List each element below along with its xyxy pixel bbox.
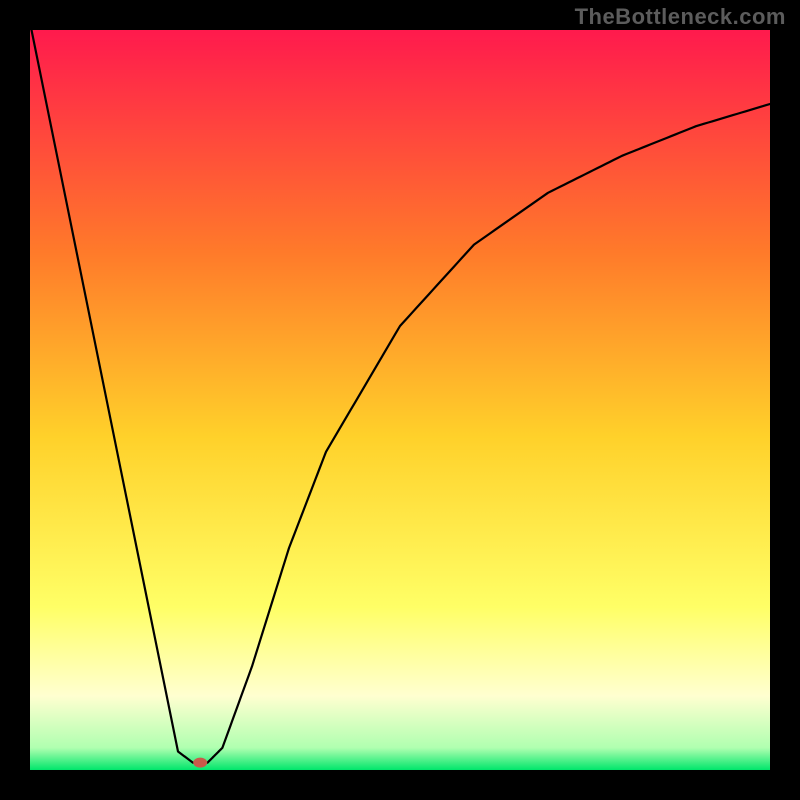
plot-area [30, 30, 770, 770]
chart-frame: TheBottleneck.com [0, 0, 800, 800]
watermark-text: TheBottleneck.com [575, 4, 786, 30]
optimal-point-marker [193, 758, 207, 768]
bottleneck-chart [30, 30, 770, 770]
